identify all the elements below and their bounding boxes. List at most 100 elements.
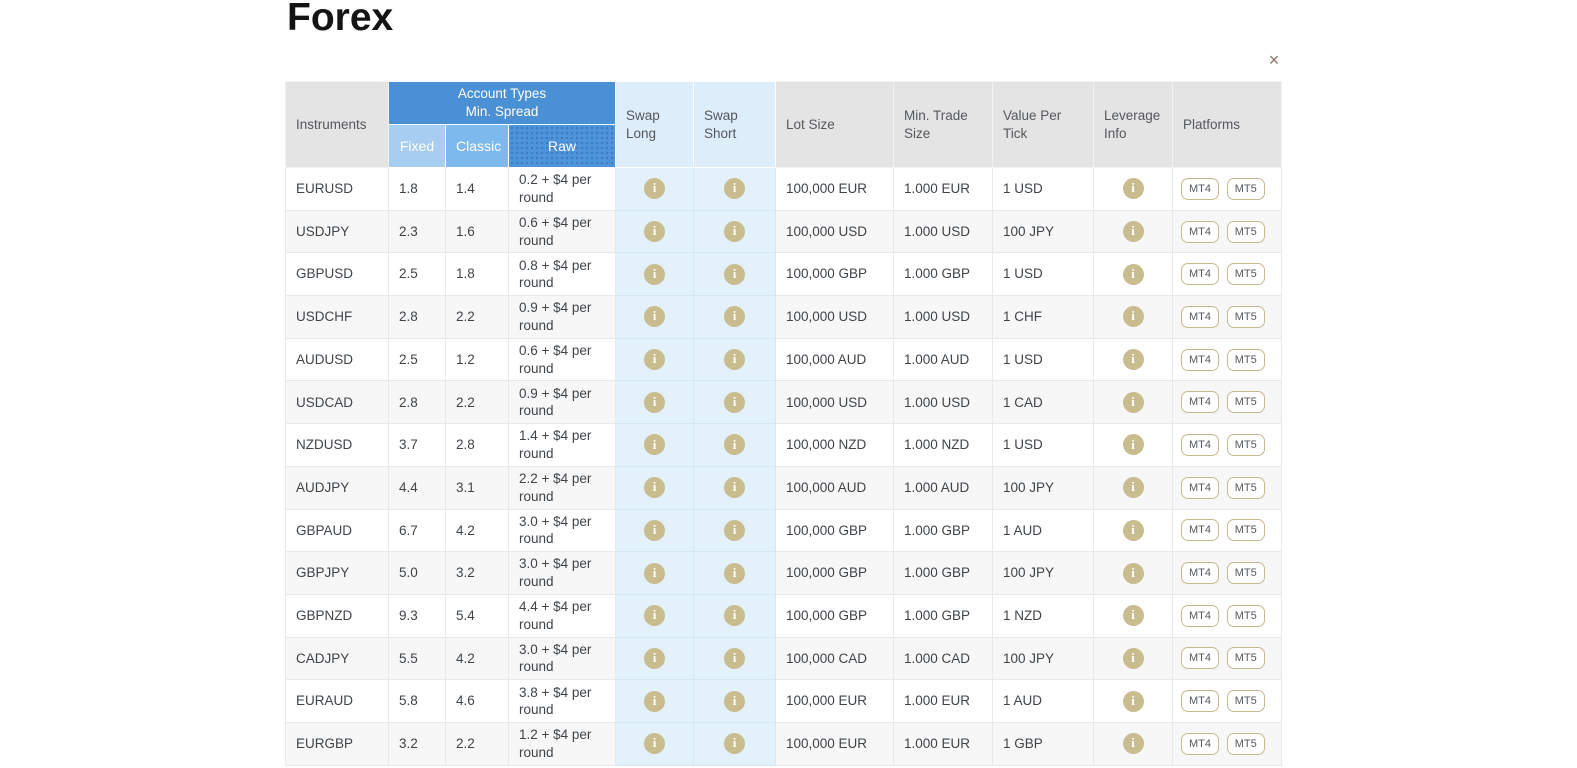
mt5-button[interactable]: MT5 [1227,221,1265,243]
leverage-info-icon[interactable]: i [1123,691,1144,712]
mt5-button[interactable]: MT5 [1227,178,1265,200]
swap-long-info-icon[interactable]: i [644,691,665,712]
leverage-info-cell: i [1094,552,1173,595]
swap-short-cell: i [694,296,776,339]
swap-long-info-icon[interactable]: i [644,733,665,754]
mt4-button[interactable]: MT4 [1181,391,1219,413]
leverage-info-icon[interactable]: i [1123,349,1144,370]
classic-spread-cell: 1.4 [446,168,509,211]
leverage-info-icon[interactable]: i [1123,221,1144,242]
mt5-button[interactable]: MT5 [1227,391,1265,413]
mt4-button[interactable]: MT4 [1181,434,1219,456]
swap-long-info-icon[interactable]: i [644,563,665,584]
mt4-button[interactable]: MT4 [1181,647,1219,669]
swap-short-info-icon[interactable]: i [724,221,745,242]
mt4-button[interactable]: MT4 [1181,477,1219,499]
min-trade-size-cell: 1.000 USD [894,381,993,424]
raw-spread-cell: 0.9 + $4 per round [509,381,616,424]
leverage-info-icon[interactable]: i [1123,477,1144,498]
swap-long-info-icon[interactable]: i [644,434,665,455]
swap-short-cell: i [694,424,776,467]
fixed-spread-cell: 3.7 [389,424,446,467]
platforms-cell: MT4 MT5 [1173,509,1282,552]
mt5-button[interactable]: MT5 [1227,605,1265,627]
swap-short-info-icon[interactable]: i [724,264,745,285]
mt5-button[interactable]: MT5 [1227,477,1265,499]
value-per-tick-cell: 1 USD [993,168,1094,211]
mt4-button[interactable]: MT4 [1181,263,1219,285]
leverage-info-icon[interactable]: i [1123,520,1144,541]
swap-short-info-icon[interactable]: i [724,477,745,498]
swap-short-info-icon[interactable]: i [724,563,745,584]
mt4-button[interactable]: MT4 [1181,519,1219,541]
swap-short-info-icon[interactable]: i [724,648,745,669]
mt5-button[interactable]: MT5 [1227,733,1265,755]
mt4-button[interactable]: MT4 [1181,562,1219,584]
swap-long-info-icon[interactable]: i [644,221,665,242]
leverage-info-icon[interactable]: i [1123,392,1144,413]
swap-long-info-icon[interactable]: i [644,477,665,498]
swap-long-info-icon[interactable]: i [644,178,665,199]
swap-short-info-icon[interactable]: i [724,306,745,327]
mt4-button[interactable]: MT4 [1181,221,1219,243]
col-header-swap-short: Swap Short [694,82,776,168]
leverage-info-icon[interactable]: i [1123,605,1144,626]
mt4-button[interactable]: MT4 [1181,178,1219,200]
fixed-spread-cell: 2.5 [389,338,446,381]
swap-long-info-icon[interactable]: i [644,648,665,669]
leverage-info-icon[interactable]: i [1123,563,1144,584]
leverage-info-icon[interactable]: i [1123,306,1144,327]
col-subheader-raw: Raw [509,125,616,168]
swap-short-info-icon[interactable]: i [724,178,745,199]
mt5-button[interactable]: MT5 [1227,349,1265,371]
leverage-info-icon[interactable]: i [1123,434,1144,455]
mt4-button[interactable]: MT4 [1181,306,1219,328]
swap-short-info-icon[interactable]: i [724,520,745,541]
swap-long-cell: i [616,466,694,509]
mt5-button[interactable]: MT5 [1227,562,1265,584]
mt5-button[interactable]: MT5 [1227,434,1265,456]
swap-long-info-icon[interactable]: i [644,605,665,626]
fixed-spread-cell: 2.3 [389,210,446,253]
mt5-button[interactable]: MT5 [1227,690,1265,712]
close-icon[interactable]: × [1262,48,1286,72]
mt5-button[interactable]: MT5 [1227,263,1265,285]
swap-short-info-icon[interactable]: i [724,434,745,455]
swap-short-cell: i [694,722,776,765]
mt4-button[interactable]: MT4 [1181,690,1219,712]
swap-long-info-icon[interactable]: i [644,349,665,370]
swap-short-info-icon[interactable]: i [724,691,745,712]
swap-short-info-icon[interactable]: i [724,349,745,370]
instrument-cell: GBPJPY [286,552,389,595]
leverage-info-icon[interactable]: i [1123,733,1144,754]
swap-long-info-icon[interactable]: i [644,264,665,285]
value-per-tick-cell: 1 USD [993,338,1094,381]
platforms-cell: MT4 MT5 [1173,296,1282,339]
leverage-info-cell: i [1094,338,1173,381]
platforms-cell: MT4 MT5 [1173,338,1282,381]
leverage-info-icon[interactable]: i [1123,264,1144,285]
mt5-button[interactable]: MT5 [1227,306,1265,328]
mt4-button[interactable]: MT4 [1181,733,1219,755]
mt5-button[interactable]: MT5 [1227,647,1265,669]
swap-long-info-icon[interactable]: i [644,306,665,327]
col-header-instruments: Instruments [286,82,389,168]
classic-spread-cell: 3.1 [446,466,509,509]
swap-long-info-icon[interactable]: i [644,392,665,413]
swap-long-info-icon[interactable]: i [644,520,665,541]
swap-short-info-icon[interactable]: i [724,392,745,413]
swap-short-info-icon[interactable]: i [724,605,745,626]
swap-short-info-icon[interactable]: i [724,733,745,754]
col-header-value-per-tick: Value Per Tick [993,82,1094,168]
leverage-info-icon[interactable]: i [1123,178,1144,199]
mt4-button[interactable]: MT4 [1181,349,1219,371]
swap-long-cell: i [616,552,694,595]
platforms-cell: MT4 MT5 [1173,552,1282,595]
instrument-cell: USDCHF [286,296,389,339]
mt4-button[interactable]: MT4 [1181,605,1219,627]
leverage-info-icon[interactable]: i [1123,648,1144,669]
swap-long-cell: i [616,637,694,680]
mt5-button[interactable]: MT5 [1227,519,1265,541]
lot-size-cell: 100,000 AUD [776,466,894,509]
platforms-cell: MT4 MT5 [1173,466,1282,509]
